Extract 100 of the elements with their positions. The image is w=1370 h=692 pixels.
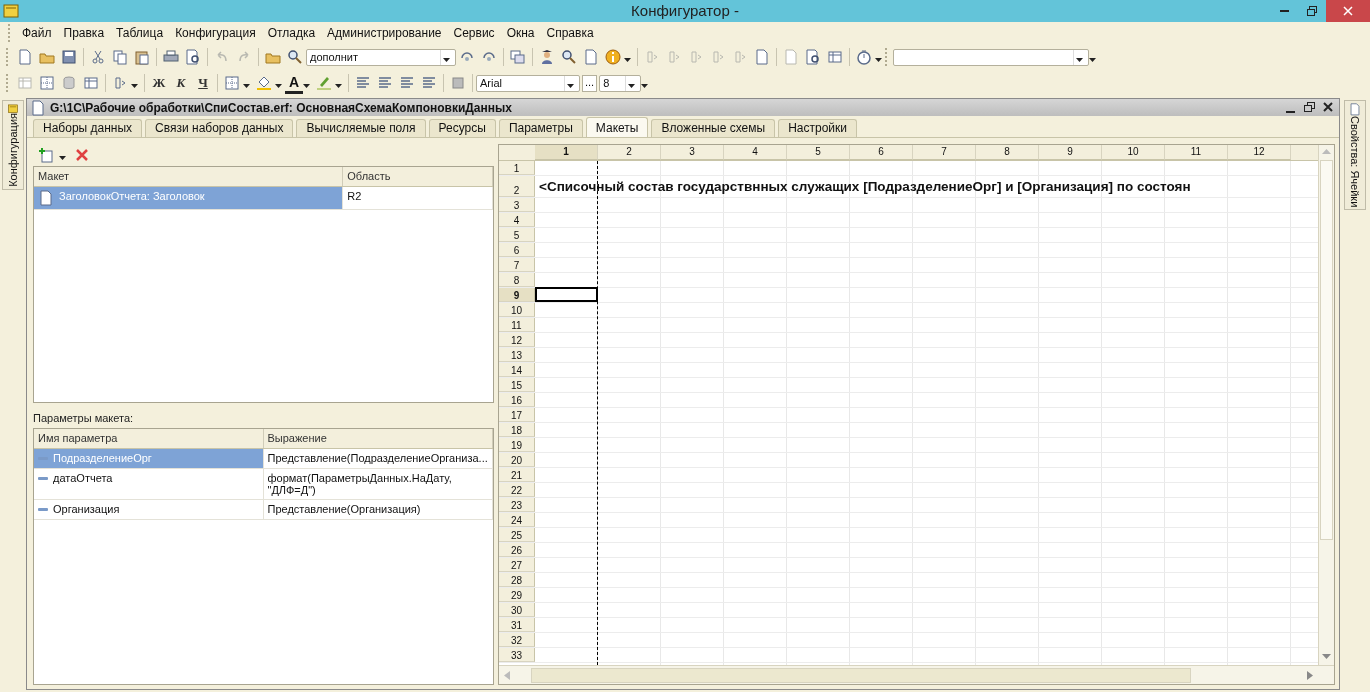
row-header[interactable]: 29	[499, 588, 535, 602]
row-header[interactable]: 10	[499, 303, 535, 317]
menu-item[interactable]: Таблица	[110, 26, 170, 40]
format-button[interactable]: Ж	[148, 72, 170, 94]
row-header[interactable]: 7	[499, 258, 535, 272]
row-header[interactable]: 33	[499, 648, 535, 662]
font-field[interactable]: Arial	[476, 74, 580, 92]
caret-icon[interactable]	[443, 58, 450, 62]
tab[interactable]: Ресурсы	[428, 119, 496, 137]
combo-field[interactable]	[893, 48, 1089, 66]
column-header[interactable]: 12	[1228, 145, 1291, 160]
font-more-button[interactable]: ...	[582, 74, 598, 92]
caret-icon[interactable]	[567, 84, 574, 88]
column-header[interactable]: 3	[661, 145, 724, 160]
scroll-down-icon[interactable]	[1322, 653, 1331, 661]
column-header[interactable]: 9	[1039, 145, 1102, 160]
tab[interactable]: Настройки	[778, 119, 857, 137]
menu-item[interactable]: Сервис	[447, 26, 501, 40]
row-header[interactable]: 16	[499, 393, 535, 407]
row-header[interactable]: 22	[499, 483, 535, 497]
horizontal-scrollbar[interactable]	[499, 665, 1334, 684]
column-header[interactable]: 4	[724, 145, 787, 160]
row-header[interactable]: 26	[499, 543, 535, 557]
row-header[interactable]: 20	[499, 453, 535, 467]
caret-icon[interactable]	[624, 58, 631, 62]
table-cell[interactable]: Организация	[34, 500, 264, 519]
tab[interactable]: Параметры	[498, 119, 583, 137]
caret-icon[interactable]	[875, 58, 882, 62]
format-button[interactable]: Ч	[192, 72, 214, 94]
row-header[interactable]: 3	[499, 198, 535, 212]
row-header[interactable]: 19	[499, 438, 535, 452]
font-color-button[interactable]: A	[285, 72, 303, 94]
app-icon	[5, 103, 21, 114]
vertical-scrollbar[interactable]	[1318, 145, 1334, 665]
row-header[interactable]: 21	[499, 468, 535, 482]
row-header[interactable]: 13	[499, 348, 535, 362]
close-icon[interactable]	[1323, 101, 1333, 112]
row-header[interactable]: 2	[499, 176, 535, 197]
caret-icon[interactable]	[59, 156, 66, 160]
caret-icon[interactable]	[335, 84, 342, 88]
menu-item[interactable]: Окна	[500, 26, 541, 40]
row-header[interactable]: 11	[499, 318, 535, 332]
column-header[interactable]: 6	[850, 145, 913, 160]
tab[interactable]: Вычисляемые поля	[296, 119, 426, 137]
row-header[interactable]: 4	[499, 213, 535, 227]
row-header[interactable]: 25	[499, 528, 535, 542]
row-header[interactable]: 15	[499, 378, 535, 392]
row-header[interactable]: 27	[499, 558, 535, 572]
row-header[interactable]: 31	[499, 618, 535, 632]
row-header[interactable]: 32	[499, 633, 535, 647]
column-header[interactable]: 1	[535, 145, 598, 160]
caret-icon[interactable]	[243, 84, 250, 88]
scroll-left-icon[interactable]	[503, 670, 511, 680]
copy-icon	[112, 49, 128, 65]
caret-icon[interactable]	[303, 84, 310, 88]
search-field[interactable]: дополнит	[306, 48, 456, 66]
caret-icon[interactable]	[131, 84, 138, 88]
cell-cursor[interactable]	[535, 287, 598, 302]
column-header[interactable]: 10	[1102, 145, 1165, 160]
tab[interactable]: Макеты	[585, 117, 649, 137]
row-header[interactable]: 6	[499, 243, 535, 257]
row-header[interactable]: 17	[499, 408, 535, 422]
menu-item[interactable]: Правка	[57, 26, 111, 40]
row-header[interactable]: 5	[499, 228, 535, 242]
column-header[interactable]: 7	[913, 145, 976, 160]
restore-icon[interactable]	[1304, 101, 1315, 113]
row-header[interactable]: 8	[499, 273, 535, 287]
row-header[interactable]: 1	[499, 161, 535, 175]
format-button[interactable]: К	[170, 72, 192, 94]
scroll-right-icon[interactable]	[1306, 670, 1314, 680]
column-header[interactable]: 2	[598, 145, 661, 160]
row-header[interactable]: 12	[499, 333, 535, 347]
row-header[interactable]: 18	[499, 423, 535, 437]
column-header[interactable]: 8	[976, 145, 1039, 160]
side-tab[interactable]: Свойства: Ячейки	[1344, 100, 1366, 210]
table-icon	[827, 49, 843, 65]
menu-item[interactable]: Справка	[540, 26, 600, 40]
bucket-icon	[256, 75, 272, 91]
caret-icon[interactable]	[275, 84, 282, 88]
font-size-field[interactable]: 8	[599, 74, 642, 92]
menu-item[interactable]: Отладка	[261, 26, 322, 40]
row-header[interactable]: 24	[499, 513, 535, 527]
menu-item[interactable]: Файл	[16, 26, 58, 40]
row-header[interactable]: 9	[499, 288, 535, 302]
column-header[interactable]: 11	[1165, 145, 1228, 160]
row-header[interactable]: 28	[499, 573, 535, 587]
row-header[interactable]: 23	[499, 498, 535, 512]
menu-item[interactable]: Администрирование	[321, 26, 448, 40]
tab[interactable]: Вложенные схемы	[651, 119, 776, 137]
row-header[interactable]: 30	[499, 603, 535, 617]
tab[interactable]: Наборы данных	[33, 119, 143, 137]
row-header[interactable]: 14	[499, 363, 535, 377]
cell-text: <Списочный состав государствнных служащих [ПодразделениеОрг] и [Организация] по состоян	[539, 179, 1191, 194]
column-header[interactable]: 5	[787, 145, 850, 160]
side-tab[interactable]: Конфигурация	[2, 100, 24, 190]
table-cell[interactable]: датаОтчета	[34, 469, 264, 499]
info-button[interactable]	[602, 46, 624, 68]
tab[interactable]: Связи наборов данных	[145, 119, 294, 137]
scroll-up-icon[interactable]	[1322, 148, 1331, 156]
menu-item[interactable]: Конфигурация	[169, 26, 262, 40]
